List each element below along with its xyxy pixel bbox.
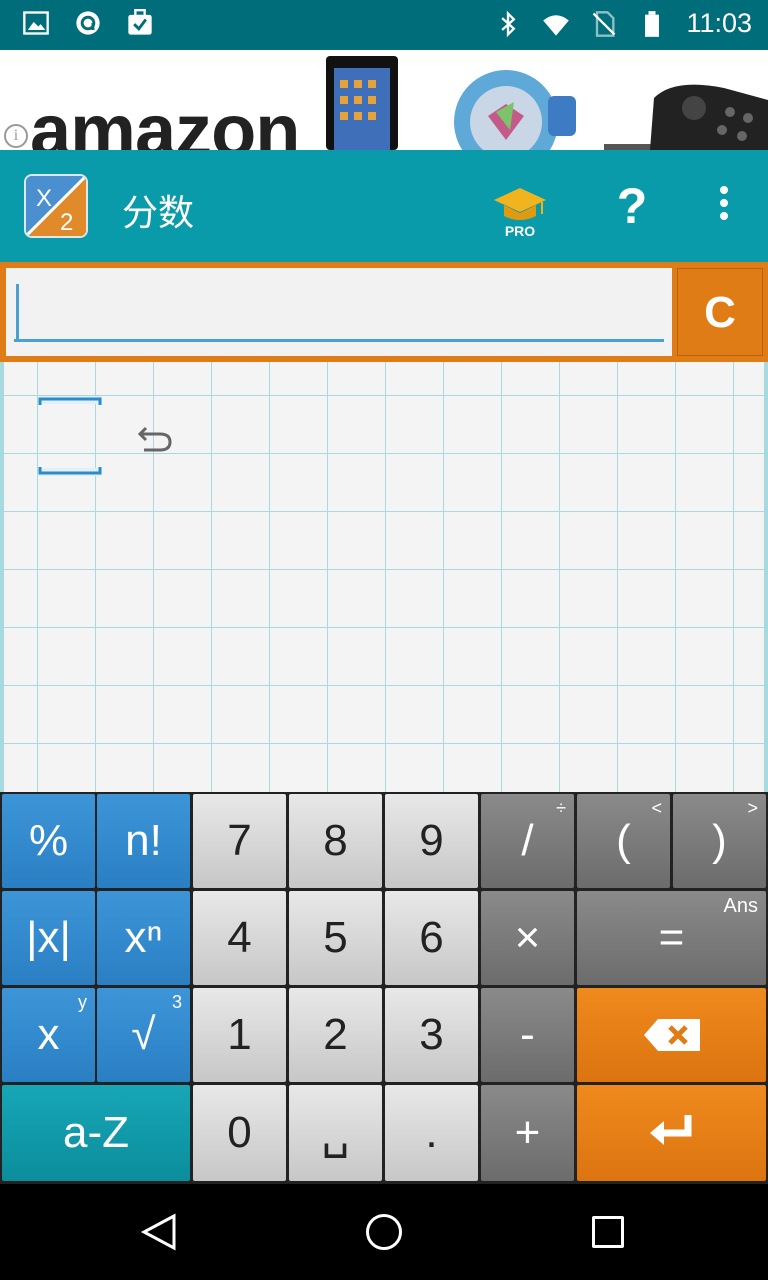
key-plus[interactable]: + xyxy=(481,1085,574,1181)
key-4[interactable]: 4 xyxy=(193,891,286,985)
key-6[interactable]: 6 xyxy=(385,891,478,985)
key-backspace[interactable] xyxy=(577,988,766,1082)
key-dot[interactable]: . xyxy=(385,1085,478,1181)
clear-button[interactable]: C xyxy=(677,268,763,356)
key-alpha[interactable]: a-Z xyxy=(2,1085,190,1181)
input-underline xyxy=(14,339,664,342)
text-cursor xyxy=(16,284,19,342)
app-bar: X 2 分数 PRO ? xyxy=(0,150,768,262)
backspace-icon xyxy=(643,1019,700,1051)
key-8[interactable]: 8 xyxy=(289,794,382,888)
assistant-icon xyxy=(76,11,100,35)
nav-back-icon[interactable] xyxy=(140,1212,180,1252)
graduation-cap-icon: PRO xyxy=(494,188,546,239)
key-percent[interactable]: % xyxy=(2,794,95,888)
key-9[interactable]: 9 xyxy=(385,794,478,888)
clock: 11:03 xyxy=(686,8,752,38)
ad-brand-text: amazon xyxy=(30,89,301,151)
key-equals[interactable]: = Ans xyxy=(577,891,766,985)
tablet-image xyxy=(326,56,398,150)
bluetooth-icon xyxy=(501,10,516,37)
keypad: % n! 7 8 9 /÷ (< ) > |x| xⁿ 4 5 6 × = Ans … xyxy=(0,792,768,1184)
key-abs[interactable]: |x| xyxy=(2,891,95,985)
key-enter[interactable] xyxy=(577,1085,766,1181)
input-row: C xyxy=(0,262,768,362)
navigation-bar xyxy=(0,1184,768,1280)
key-paren-open[interactable]: (< xyxy=(577,794,670,888)
help-button[interactable]: ? xyxy=(612,176,652,236)
key-multiply[interactable]: × xyxy=(481,891,574,985)
pro-button[interactable]: PRO xyxy=(490,182,550,239)
empty-placeholder-box xyxy=(38,396,102,476)
ad-banner[interactable]: amazon i xyxy=(0,50,768,150)
key-minus[interactable]: - xyxy=(481,988,574,1082)
key-paren-close[interactable]: ) > xyxy=(673,794,766,888)
key-1[interactable]: 1 xyxy=(193,988,286,1082)
app-logo-icon: X 2 xyxy=(24,174,88,238)
key-0[interactable]: 0 xyxy=(193,1085,286,1181)
key-power[interactable]: xⁿ xyxy=(97,891,190,985)
key-7[interactable]: 7 xyxy=(193,794,286,888)
toy-image xyxy=(454,70,576,150)
key-factorial[interactable]: n! xyxy=(97,794,190,888)
key-subscript-x[interactable]: xy xyxy=(2,988,95,1082)
battery-icon xyxy=(645,10,660,37)
wifi-icon xyxy=(543,14,570,36)
no-sim-icon xyxy=(593,10,616,37)
app-logo-top: X xyxy=(36,185,52,212)
key-space[interactable]: ␣ xyxy=(289,1085,382,1181)
ad-info-icon[interactable]: i xyxy=(4,124,28,148)
status-bar: 11:03 xyxy=(0,0,768,50)
key-divide[interactable]: / ÷ xyxy=(481,794,574,888)
nav-home-icon[interactable] xyxy=(366,1214,402,1250)
enter-icon xyxy=(649,1115,691,1145)
key-3[interactable]: 3 xyxy=(385,988,478,1082)
app-logo-bottom: 2 xyxy=(60,209,73,236)
remote-image xyxy=(604,84,768,150)
key-sqrt[interactable]: √ 3 xyxy=(97,988,190,1082)
nav-recents-icon[interactable] xyxy=(592,1216,624,1248)
undo-icon[interactable] xyxy=(136,420,174,456)
overflow-menu-icon[interactable] xyxy=(712,186,736,226)
app-title: 分数 xyxy=(122,193,195,234)
expression-input[interactable] xyxy=(6,268,672,356)
clipboard-check-icon xyxy=(128,9,152,35)
result-grid[interactable] xyxy=(0,362,768,792)
key-2[interactable]: 2 xyxy=(289,988,382,1082)
pro-label: PRO xyxy=(505,223,535,238)
image-icon xyxy=(23,11,49,35)
key-5[interactable]: 5 xyxy=(289,891,382,985)
